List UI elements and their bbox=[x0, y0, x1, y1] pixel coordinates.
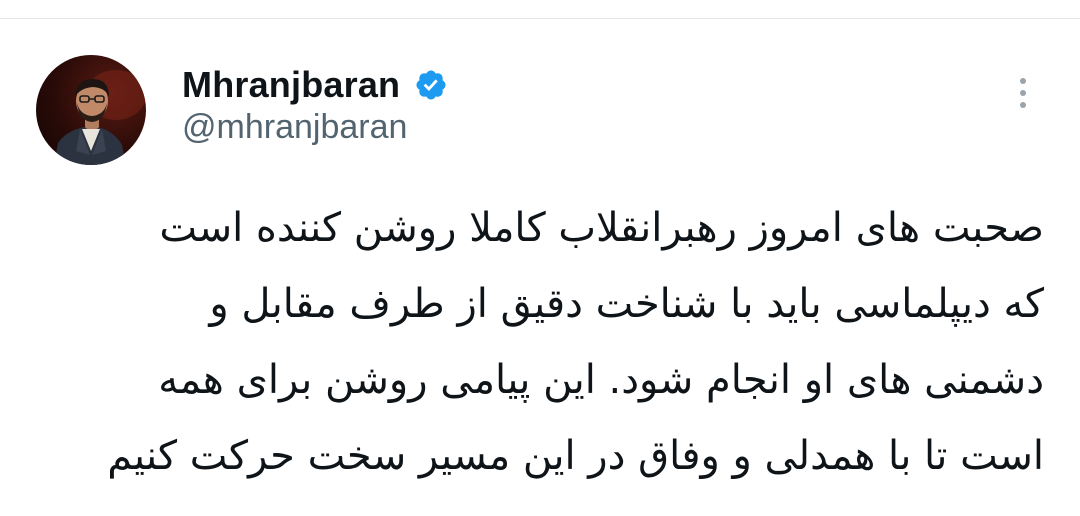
author-display-name[interactable]: Mhranjbaran bbox=[182, 64, 400, 106]
author-name-row: Mhranjbaran bbox=[182, 60, 448, 110]
more-options-button[interactable] bbox=[1008, 78, 1038, 118]
tweet-line: صحبت های امروز رهبرانقلاب کاملا روشن کنن… bbox=[159, 205, 1044, 251]
tweet-line: دشمنی های او انجام شود. این پیامی روشن ب… bbox=[158, 357, 1044, 403]
verified-badge-icon bbox=[414, 68, 448, 102]
author-handle[interactable]: @mhranjbaran bbox=[182, 108, 407, 147]
tweet-line: که دیپلماسی باید با شناخت دقیق از طرف مق… bbox=[209, 281, 1044, 327]
profile-photo-icon bbox=[54, 70, 146, 165]
avatar[interactable] bbox=[36, 55, 146, 165]
more-vertical-icon bbox=[1008, 78, 1038, 108]
tweet-line: است تا با همدلی و وفاق در این مسیر سخت ح… bbox=[107, 433, 1044, 479]
top-divider bbox=[0, 18, 1080, 19]
tweet-text: صحبت های امروز رهبرانقلاب کاملا روشن کنن… bbox=[34, 190, 1044, 494]
